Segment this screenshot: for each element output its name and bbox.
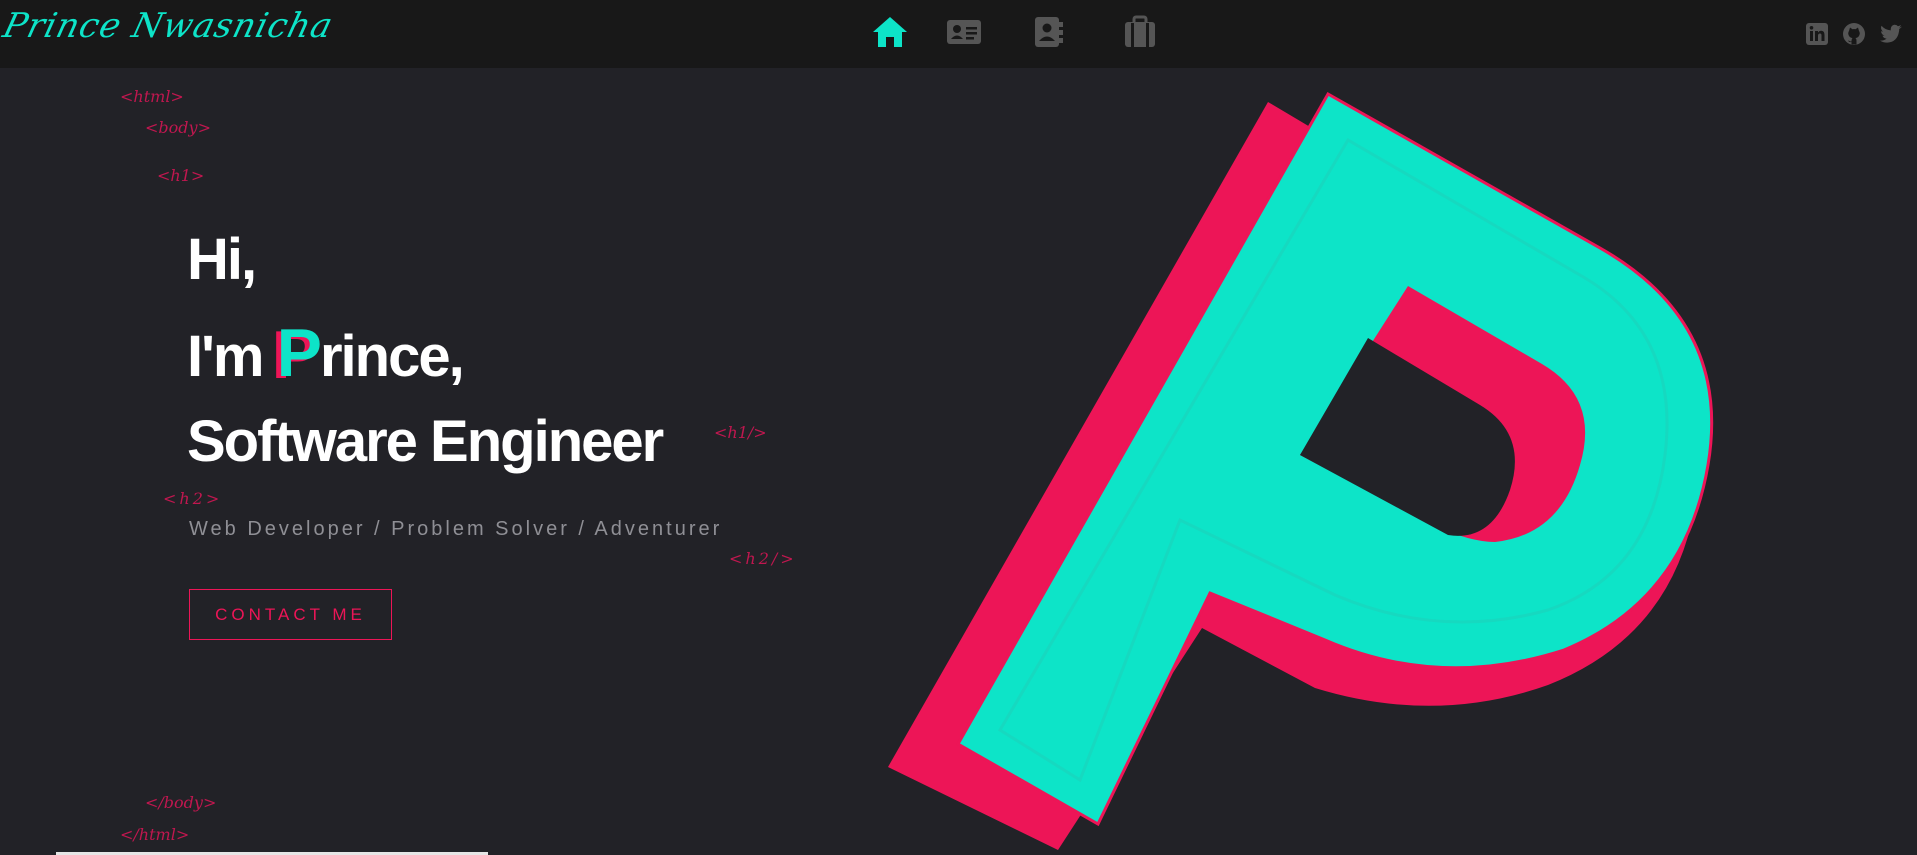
tag-h1-open: <h1>	[157, 166, 205, 185]
hero-greeting: Hi,	[187, 227, 257, 292]
tag-html-open: <html>	[120, 87, 184, 106]
site-logo[interactable]: Prince Nwasnicha	[0, 6, 337, 46]
tag-h1-close: <h1/>	[714, 423, 767, 442]
nav-portfolio-briefcase-icon[interactable]	[1120, 14, 1160, 50]
tag-body-close: </body>	[145, 793, 217, 812]
social-links	[1805, 22, 1905, 46]
tag-body-open: <body>	[145, 118, 211, 137]
nav-contact-address-book-icon[interactable]	[1028, 14, 1068, 50]
contact-me-button[interactable]: CONTACT ME	[189, 589, 392, 640]
linkedin-icon[interactable]	[1805, 22, 1829, 46]
hero-name-rest: rince,	[319, 324, 465, 389]
tag-h2-close: <h2/>	[729, 549, 797, 568]
tag-h2-open: <h2>	[163, 489, 223, 508]
nav-home-icon[interactable]	[870, 14, 910, 50]
nav-about-id-card-icon[interactable]	[944, 14, 984, 50]
big-letter-p-logo	[888, 91, 1714, 850]
top-navbar: Prince Nwasnicha	[0, 0, 1917, 68]
hero-name-accent-letter: P	[276, 315, 322, 391]
tag-html-close: </html>	[120, 825, 190, 844]
hero-name-line: I'm Prince,	[187, 314, 465, 392]
hero-subtitle: Web Developer / Problem Solver / Adventu…	[189, 518, 723, 540]
github-icon[interactable]	[1842, 22, 1866, 46]
hero-role: Software Engineer	[187, 409, 664, 474]
twitter-icon[interactable]	[1879, 22, 1903, 46]
hero-name-prefix: I'm	[187, 324, 264, 389]
